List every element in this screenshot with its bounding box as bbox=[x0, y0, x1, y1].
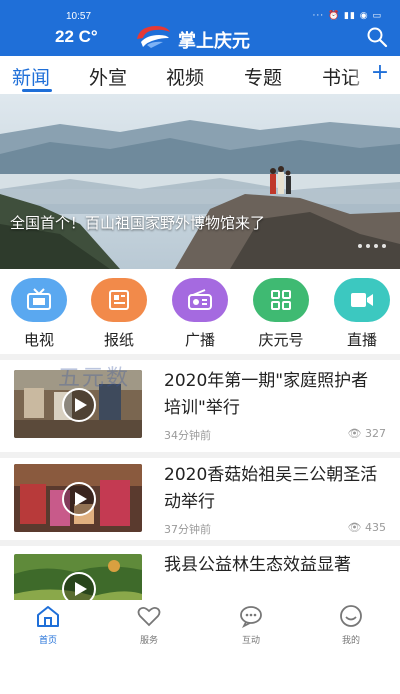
news-time: 34分钟前 bbox=[164, 429, 211, 442]
news-title: 2020年第一期"家庭照护者培训"举行 bbox=[164, 371, 369, 418]
nav-label: 服务 bbox=[139, 636, 158, 646]
smile-icon bbox=[340, 605, 362, 627]
home-icon bbox=[37, 606, 59, 627]
news-views: 👁 435 bbox=[347, 521, 386, 534]
quicknav-radio[interactable]: 广播 bbox=[165, 278, 235, 350]
news-views: 👁 327 bbox=[347, 427, 386, 440]
bottom-nav: 首页 服务 互动 我的 bbox=[0, 600, 400, 650]
app-header: 10:57 ··· ⏰ ▮▮ ◉ ▭ 22 C° 掌上庆元 bbox=[0, 0, 400, 56]
tab-special[interactable]: 专题 bbox=[244, 63, 282, 90]
quicknav-label: 报纸 bbox=[103, 331, 134, 349]
quick-nav: 电视 报纸 广播 庆元号 直播 bbox=[0, 278, 400, 352]
banner-carousel[interactable]: 全国首个！百山祖国家野外博物馆来了 bbox=[0, 94, 400, 269]
search-icon[interactable] bbox=[366, 26, 388, 48]
status-icons: ··· ⏰ ▮▮ ◉ ▭ bbox=[312, 11, 382, 21]
heart-icon bbox=[137, 606, 161, 627]
channel-tabs: 新闻 外宣 视频 专题 书记 + bbox=[0, 56, 400, 94]
status-time: 10:57 bbox=[66, 11, 92, 22]
news-title: 2020香菇始祖吴三公朝圣活动举行 bbox=[164, 465, 378, 512]
tab-news[interactable]: 新闻 bbox=[12, 63, 50, 90]
quicknav-label: 直播 bbox=[346, 331, 377, 349]
quicknav-qingyuan-hao[interactable]: 庆元号 bbox=[246, 278, 316, 350]
add-channel-button[interactable]: + bbox=[368, 60, 392, 88]
radio-icon bbox=[172, 278, 228, 322]
tab-video[interactable]: 视频 bbox=[166, 63, 204, 90]
carousel-dot bbox=[374, 244, 378, 248]
quicknav-tv[interactable]: 电视 bbox=[4, 278, 74, 350]
active-tab-indicator bbox=[22, 89, 52, 92]
nav-mine[interactable]: 我的 bbox=[321, 604, 381, 646]
page-bottom-spacer bbox=[0, 650, 400, 694]
play-icon bbox=[62, 388, 96, 422]
tv-icon bbox=[11, 278, 67, 322]
app-logo-icon bbox=[137, 26, 170, 48]
nav-interact[interactable]: 互动 bbox=[221, 604, 281, 646]
nav-label: 我的 bbox=[341, 636, 360, 646]
news-thumbnail bbox=[14, 464, 142, 532]
temperature: 22 C° bbox=[55, 27, 98, 46]
banner-image bbox=[0, 94, 400, 269]
view-count: 327 bbox=[365, 427, 386, 440]
news-time: 37分钟前 bbox=[164, 523, 211, 536]
nav-label: 互动 bbox=[241, 636, 260, 646]
app-title: 掌上庆元 bbox=[178, 31, 250, 52]
grid-icon bbox=[253, 278, 309, 322]
carousel-indicator bbox=[354, 233, 386, 252]
nav-label: 首页 bbox=[38, 636, 57, 646]
news-item[interactable]: 2020香菇始祖吴三公朝圣活动举行 37分钟前 👁 435 bbox=[0, 456, 400, 546]
newspaper-icon bbox=[91, 278, 147, 322]
quicknav-label: 广播 bbox=[184, 331, 215, 349]
quicknav-label: 庆元号 bbox=[258, 331, 304, 349]
quicknav-live[interactable]: 直播 bbox=[327, 278, 397, 350]
nav-home[interactable]: 首页 bbox=[18, 604, 78, 646]
chat-icon bbox=[240, 606, 262, 629]
carousel-dot bbox=[366, 244, 370, 248]
quicknav-label: 电视 bbox=[23, 331, 54, 349]
video-camera-icon bbox=[334, 278, 390, 322]
tab-publicity[interactable]: 外宣 bbox=[89, 63, 127, 90]
news-title: 我县公益林生态效益显著 bbox=[164, 555, 351, 575]
tab-fade bbox=[350, 56, 368, 94]
play-icon bbox=[62, 482, 96, 516]
banner-caption: 全国首个！百山祖国家野外博物馆来了 bbox=[10, 214, 266, 232]
view-count: 435 bbox=[365, 521, 386, 534]
nav-service[interactable]: 服务 bbox=[119, 604, 179, 646]
carousel-dot bbox=[382, 244, 386, 248]
quicknav-newspaper[interactable]: 报纸 bbox=[84, 278, 154, 350]
carousel-dot bbox=[358, 244, 362, 248]
watermark: 五元数 bbox=[58, 366, 131, 391]
